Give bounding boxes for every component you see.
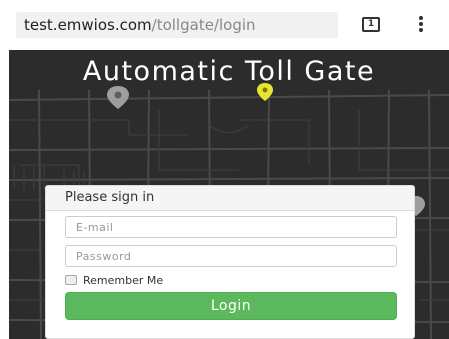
page-title: Automatic Toll Gate [82, 56, 376, 87]
remember-label: Remember Me [83, 273, 164, 287]
email-field[interactable] [65, 216, 397, 238]
map-marker-icon[interactable] [255, 82, 275, 102]
map-marker-icon[interactable] [105, 84, 131, 110]
url-host: test.emwios.com [24, 16, 152, 34]
login-button[interactable]: Login [65, 292, 397, 320]
password-field[interactable] [65, 245, 397, 267]
login-panel: Please sign in Remember Me Login [45, 185, 415, 339]
panel-heading: Please sign in [46, 186, 414, 211]
overflow-menu-icon[interactable] [418, 16, 424, 34]
remember-me[interactable]: Remember Me [65, 273, 163, 287]
browser-toolbar: test.emwios.com/tollgate/login 1 [0, 0, 449, 50]
address-bar[interactable]: test.emwios.com/tollgate/login [16, 12, 338, 38]
url-path: /tollgate/login [151, 16, 256, 34]
remember-checkbox[interactable] [65, 275, 77, 285]
tab-switcher-icon[interactable]: 1 [362, 17, 380, 32]
